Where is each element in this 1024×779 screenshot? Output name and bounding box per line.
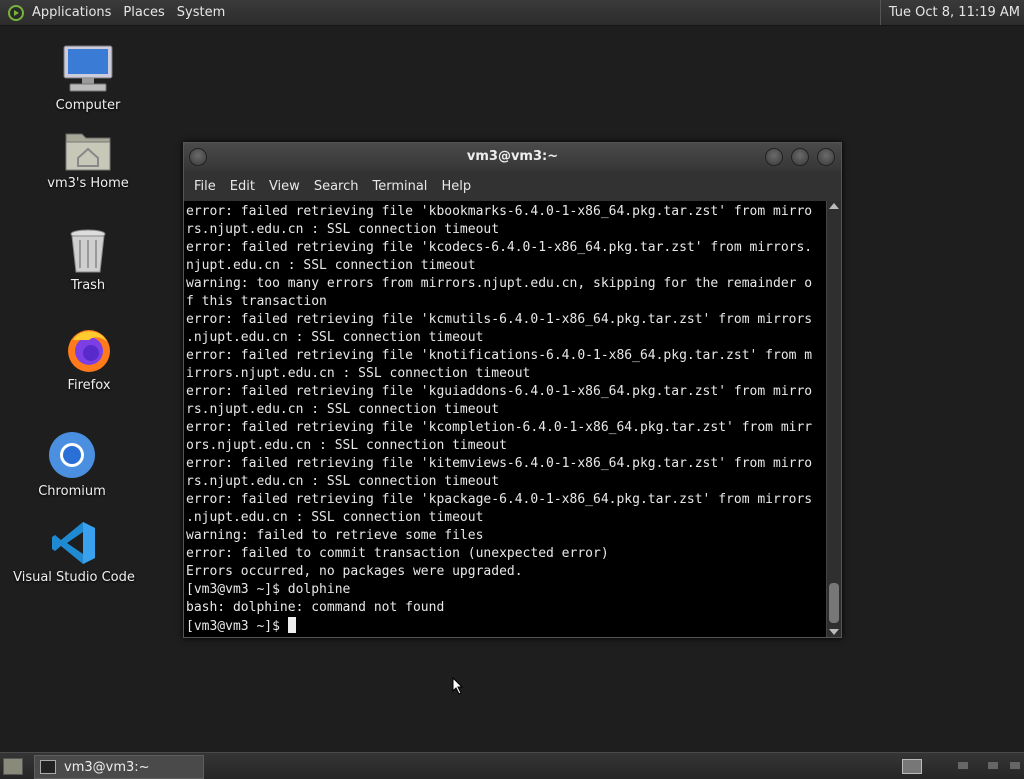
desktop-icon-label: Computer bbox=[55, 98, 121, 113]
terminal-line: error: failed retrieving file 'kcodecs-6… bbox=[186, 240, 813, 255]
terminal-line: rs.njupt.edu.cn : SSL connection timeout bbox=[186, 474, 500, 489]
workspace-4[interactable] bbox=[1010, 762, 1020, 769]
terminal-line: warning: too many errors from mirrors.nj… bbox=[186, 276, 813, 291]
chromium-icon bbox=[49, 432, 95, 478]
menu-view[interactable]: View bbox=[263, 179, 308, 194]
terminal-line: error: failed retrieving file 'kguiaddon… bbox=[186, 384, 813, 399]
window-menu-icon[interactable] bbox=[189, 148, 207, 166]
applications-logo-icon[interactable] bbox=[8, 4, 24, 21]
terminal-line: error: failed retrieving file 'kcmutils-… bbox=[186, 312, 813, 327]
terminal-line: .njupt.edu.cn : SSL connection timeout bbox=[186, 510, 484, 525]
terminal-line: error: failed to commit transaction (une… bbox=[186, 546, 609, 561]
text-cursor bbox=[287, 617, 296, 633]
desktop-icon-label: Chromium bbox=[38, 484, 106, 499]
terminal-line: error: failed retrieving file 'knotifica… bbox=[186, 348, 813, 363]
terminal-line: [vm3@vm3 ~]$ dolphine bbox=[186, 582, 351, 597]
terminal-line: bash: dolphine: command not found bbox=[186, 600, 445, 615]
scrollbar-thumb[interactable] bbox=[829, 583, 839, 623]
terminal-line: f this transaction bbox=[186, 294, 327, 309]
taskbar-terminal-button[interactable]: vm3@vm3:~ bbox=[34, 755, 204, 779]
computer-icon bbox=[63, 45, 113, 92]
terminal-line: error: failed retrieving file 'kpackage-… bbox=[186, 492, 813, 507]
desktop-icon-firefox[interactable]: Firefox bbox=[24, 326, 154, 393]
system-menu[interactable]: System bbox=[171, 5, 231, 20]
minimize-button[interactable] bbox=[765, 148, 783, 166]
top-panel: Applications Places System Tue Oct 8, 11… bbox=[0, 0, 1024, 26]
menu-edit[interactable]: Edit bbox=[224, 179, 263, 194]
terminal-line: njupt.edu.cn : SSL connection timeout bbox=[186, 258, 476, 273]
terminal-prompt: [vm3@vm3 ~]$ bbox=[186, 619, 288, 634]
applications-menu[interactable]: Applications bbox=[26, 5, 117, 20]
desktop-icon-label: Visual Studio Code bbox=[13, 570, 135, 585]
workspace-3[interactable] bbox=[988, 762, 998, 769]
terminal-line: irrors.njupt.edu.cn : SSL connection tim… bbox=[186, 366, 531, 381]
firefox-icon bbox=[68, 330, 110, 372]
terminal-scrollbar[interactable] bbox=[826, 201, 841, 637]
clock[interactable]: Tue Oct 8, 11:19 AM bbox=[879, 0, 1024, 25]
terminal-line: error: failed retrieving file 'kitemview… bbox=[186, 456, 813, 471]
vscode-icon bbox=[52, 522, 95, 564]
home-folder-icon bbox=[65, 133, 111, 171]
terminal-window[interactable]: vm3@vm3:~ File Edit View Search Terminal… bbox=[183, 142, 842, 638]
terminal-line: rs.njupt.edu.cn : SSL connection timeout bbox=[186, 222, 500, 237]
bottom-panel: vm3@vm3:~ bbox=[0, 752, 1024, 779]
terminal-prompt-line[interactable]: [vm3@vm3 ~]$ bbox=[186, 617, 827, 635]
desktop-icon-trash[interactable]: Trash bbox=[23, 228, 153, 293]
desktop-icon-home[interactable]: vm3's Home bbox=[23, 128, 153, 191]
terminal-line: warning: failed to retrieve some files bbox=[186, 528, 484, 543]
terminal-line: ors.njupt.edu.cn : SSL connection timeou… bbox=[186, 438, 507, 453]
workspace-2[interactable] bbox=[958, 762, 968, 769]
maximize-button[interactable] bbox=[791, 148, 809, 166]
places-menu[interactable]: Places bbox=[117, 5, 170, 20]
terminal-line: error: failed retrieving file 'kbookmark… bbox=[186, 204, 813, 219]
window-titlebar[interactable]: vm3@vm3:~ bbox=[184, 143, 841, 171]
trash-icon bbox=[70, 229, 106, 273]
terminal-line: error: failed retrieving file 'kcompleti… bbox=[186, 420, 813, 435]
menu-file[interactable]: File bbox=[188, 179, 224, 194]
desktop-icon-chromium[interactable]: Chromium bbox=[7, 430, 137, 499]
scroll-down-arrow-icon[interactable] bbox=[829, 629, 839, 635]
terminal-line: Errors occurred, no packages were upgrad… bbox=[186, 564, 523, 579]
terminal-menubar: File Edit View Search Terminal Help bbox=[184, 171, 841, 201]
show-desktop-icon[interactable] bbox=[3, 758, 23, 775]
terminal-line: .njupt.edu.cn : SSL connection timeout bbox=[186, 330, 484, 345]
close-button[interactable] bbox=[817, 148, 835, 166]
workspace-1[interactable] bbox=[902, 759, 922, 774]
desktop-icon-vscode[interactable]: Visual Studio Code bbox=[9, 520, 139, 585]
terminal-output[interactable]: error: failed retrieving file 'kbookmark… bbox=[184, 201, 827, 637]
window-title: vm3@vm3:~ bbox=[466, 149, 559, 164]
menu-search[interactable]: Search bbox=[308, 179, 367, 194]
menu-help[interactable]: Help bbox=[435, 179, 479, 194]
desktop-icon-computer[interactable]: Computer bbox=[23, 44, 153, 113]
desktop-icon-label: vm3's Home bbox=[47, 176, 129, 191]
terminal-line: rs.njupt.edu.cn : SSL connection timeout bbox=[186, 402, 500, 417]
terminal-icon bbox=[40, 760, 56, 774]
desktop-icon-label: Firefox bbox=[67, 378, 111, 393]
mouse-pointer-icon bbox=[452, 677, 464, 695]
taskbar-task-label: vm3@vm3:~ bbox=[64, 759, 150, 775]
menu-terminal[interactable]: Terminal bbox=[366, 179, 435, 194]
scroll-up-arrow-icon[interactable] bbox=[829, 203, 839, 209]
desktop-icon-label: Trash bbox=[70, 278, 106, 293]
